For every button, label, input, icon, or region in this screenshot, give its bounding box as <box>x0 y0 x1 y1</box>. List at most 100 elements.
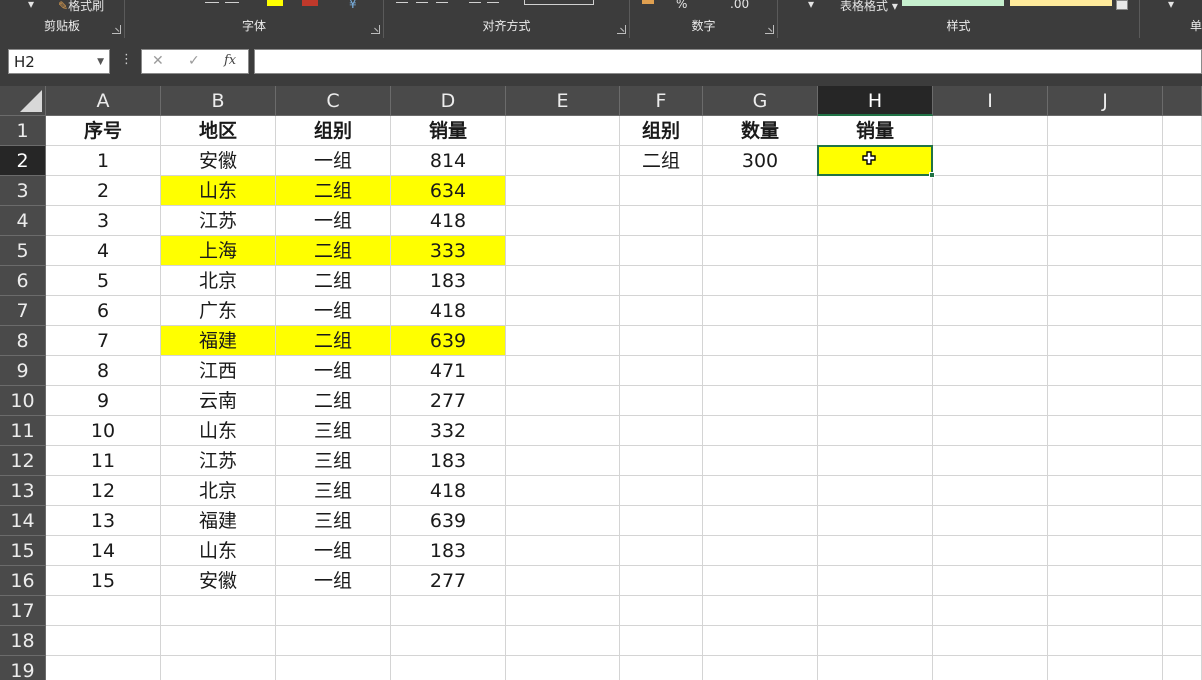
table-cell-no[interactable]: 14 <box>46 536 161 566</box>
grid-cell[interactable] <box>703 296 818 326</box>
table-cell-region[interactable]: 山东 <box>161 536 276 566</box>
grid-cell[interactable] <box>933 266 1048 296</box>
grid-cell[interactable] <box>1048 266 1163 296</box>
grid-cell[interactable] <box>506 146 620 176</box>
table-cell-sales[interactable]: 277 <box>391 566 506 596</box>
grid-cell[interactable] <box>1048 236 1163 266</box>
grid-cell[interactable] <box>1048 566 1163 596</box>
table-cell-no[interactable]: 9 <box>46 386 161 416</box>
table-cell-no[interactable]: 7 <box>46 326 161 356</box>
grid-cell[interactable] <box>818 506 933 536</box>
summary-header-cell[interactable]: 销量 <box>818 116 933 146</box>
grid-cell[interactable] <box>620 476 703 506</box>
grid-cell[interactable] <box>506 326 620 356</box>
row-header-19[interactable]: 19 <box>0 656 46 680</box>
grid-cell[interactable] <box>1048 146 1163 176</box>
row-header-3[interactable]: 3 <box>0 176 46 206</box>
table-cell-region[interactable]: 山东 <box>161 416 276 446</box>
table-cell-region[interactable]: 江苏 <box>161 206 276 236</box>
grid-cell[interactable] <box>506 176 620 206</box>
summary-group-cell[interactable]: 二组 <box>620 146 703 176</box>
select-all-button[interactable] <box>0 86 46 116</box>
grid-cell[interactable] <box>933 656 1048 680</box>
dialog-launcher-icon[interactable] <box>112 25 121 34</box>
table-cell-sales[interactable]: 814 <box>391 146 506 176</box>
grid-cell[interactable] <box>1048 626 1163 656</box>
column-header-e[interactable]: E <box>506 86 620 116</box>
table-cell-group[interactable]: 二组 <box>276 266 391 296</box>
grid-cell[interactable] <box>391 656 506 680</box>
table-cell-sales[interactable]: 639 <box>391 506 506 536</box>
grid-cell[interactable] <box>1163 146 1202 176</box>
table-cell-group[interactable]: 三组 <box>276 476 391 506</box>
grid-cell[interactable] <box>506 386 620 416</box>
table-cell-no[interactable]: 13 <box>46 506 161 536</box>
grid-cell[interactable] <box>506 596 620 626</box>
row-header-10[interactable]: 10 <box>0 386 46 416</box>
grid-cell[interactable] <box>620 446 703 476</box>
table-header-cell[interactable]: 地区 <box>161 116 276 146</box>
grid-cell[interactable] <box>46 596 161 626</box>
grid-cell[interactable] <box>276 656 391 680</box>
grid-cell[interactable] <box>703 566 818 596</box>
column-header-d[interactable]: D <box>391 86 506 116</box>
grid-cell[interactable] <box>1048 446 1163 476</box>
table-cell-group[interactable]: 一组 <box>276 536 391 566</box>
grid-cell[interactable] <box>161 596 276 626</box>
decimal-format-icon[interactable]: .00 <box>730 0 749 11</box>
grid-cell[interactable] <box>1048 476 1163 506</box>
table-cell-no[interactable]: 5 <box>46 266 161 296</box>
grid-cell[interactable] <box>1163 596 1202 626</box>
table-cell-region[interactable]: 福建 <box>161 326 276 356</box>
summary-header-cell[interactable]: 组别 <box>620 116 703 146</box>
grid-cell[interactable] <box>703 386 818 416</box>
grid-cell[interactable] <box>506 656 620 680</box>
grid-cell[interactable] <box>1163 386 1202 416</box>
grid-cell[interactable] <box>703 236 818 266</box>
grid-cell[interactable] <box>703 356 818 386</box>
grid-cell[interactable] <box>818 536 933 566</box>
grid-cell[interactable] <box>1163 266 1202 296</box>
table-cell-group[interactable]: 一组 <box>276 296 391 326</box>
chevron-down-icon[interactable]: ▼ <box>97 57 104 67</box>
summary-count-cell[interactable]: 300 <box>703 146 818 176</box>
styles-scroll-button[interactable] <box>1116 0 1128 10</box>
chevron-down-icon[interactable]: ▾ <box>808 0 814 11</box>
grid-cell[interactable] <box>1163 626 1202 656</box>
grid-cell[interactable] <box>506 476 620 506</box>
grid-cell[interactable] <box>703 176 818 206</box>
table-cell-group[interactable]: 二组 <box>276 236 391 266</box>
grid-cell[interactable] <box>933 536 1048 566</box>
table-format-button[interactable]: 表格格式 ▾ <box>840 0 898 14</box>
table-header-cell[interactable]: 销量 <box>391 116 506 146</box>
grid-cell[interactable] <box>818 356 933 386</box>
grid-cell[interactable] <box>276 596 391 626</box>
grid-cell[interactable] <box>1048 386 1163 416</box>
grid-cell[interactable] <box>933 236 1048 266</box>
grid-cell[interactable] <box>933 296 1048 326</box>
grid-cell[interactable] <box>818 176 933 206</box>
grid-cell[interactable] <box>620 626 703 656</box>
grid-cell[interactable] <box>506 266 620 296</box>
grid-cell[interactable] <box>506 446 620 476</box>
table-cell-sales[interactable]: 639 <box>391 326 506 356</box>
column-header-h[interactable]: H <box>818 86 933 116</box>
grid-cell[interactable] <box>1048 176 1163 206</box>
grid-cell[interactable] <box>818 596 933 626</box>
grid-cell[interactable] <box>933 446 1048 476</box>
grid-cell[interactable] <box>1163 296 1202 326</box>
formula-input[interactable] <box>254 49 1202 74</box>
more-options-icon[interactable]: ⋮ <box>120 53 133 67</box>
row-header-12[interactable]: 12 <box>0 446 46 476</box>
table-cell-no[interactable]: 10 <box>46 416 161 446</box>
grid-cell[interactable] <box>1048 596 1163 626</box>
currency-format-icon[interactable] <box>642 0 654 4</box>
table-cell-sales[interactable]: 418 <box>391 296 506 326</box>
grid-cell[interactable] <box>1163 536 1202 566</box>
table-cell-group[interactable]: 三组 <box>276 416 391 446</box>
grid-cell[interactable] <box>506 506 620 536</box>
grid-cell[interactable] <box>506 416 620 446</box>
table-header-cell[interactable]: 序号 <box>46 116 161 146</box>
row-header-1[interactable]: 1 <box>0 116 46 146</box>
table-cell-group[interactable]: 二组 <box>276 176 391 206</box>
